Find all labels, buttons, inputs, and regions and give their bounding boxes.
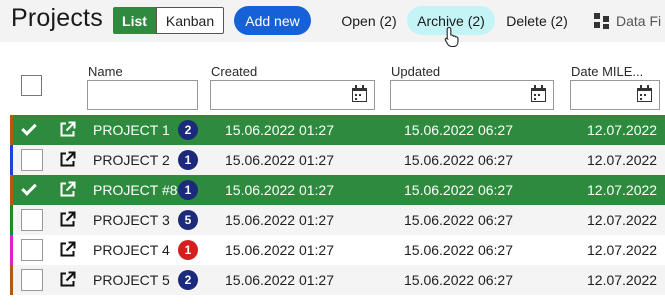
row-checkbox[interactable] (21, 179, 43, 201)
open-button[interactable]: Open (2) (334, 6, 404, 35)
count-badge: 1 (178, 150, 198, 170)
project-name[interactable]: PROJECT 1 (93, 122, 170, 138)
add-new-button[interactable]: Add new (234, 6, 311, 35)
count-badge: 2 (178, 120, 198, 140)
column-header-created[interactable]: Created (211, 64, 257, 79)
status-stripe (10, 115, 13, 145)
open-external-icon[interactable] (59, 211, 76, 228)
milestone-filter-input[interactable] (570, 80, 660, 110)
view-list-button[interactable]: List (113, 7, 156, 34)
status-stripe (10, 265, 13, 295)
calendar-icon[interactable] (637, 85, 652, 102)
updated-date: 15.06.2022 06:27 (404, 152, 513, 168)
data-export-icon (594, 12, 610, 29)
page-title: Projects (11, 4, 103, 32)
created-date: 15.06.2022 01:27 (225, 272, 334, 288)
select-all-checkbox[interactable] (21, 75, 42, 96)
table-row[interactable]: PROJECT 4 1 15.06.2022 01:27 15.06.2022 06:… (10, 235, 665, 265)
delete-button[interactable]: Delete (2) (500, 6, 574, 35)
row-checkbox[interactable] (21, 209, 43, 231)
project-name[interactable]: PROJECT 5 (93, 272, 170, 288)
name-filter-input[interactable] (87, 80, 198, 110)
row-checkbox[interactable] (21, 269, 43, 291)
table-row[interactable]: PROJECT 3 5 15.06.2022 01:27 15.06.2022 06:… (10, 205, 665, 235)
hand-cursor-icon (444, 26, 459, 48)
count-badge: 5 (178, 210, 198, 230)
export-button[interactable]: Data Fi (594, 6, 665, 35)
count-badge: 2 (178, 270, 198, 290)
created-date: 15.06.2022 01:27 (225, 152, 334, 168)
open-external-icon[interactable] (59, 181, 76, 198)
project-name[interactable]: PROJECT #8 (93, 182, 178, 198)
created-filter-input[interactable] (210, 80, 375, 110)
milestone-date: 12.07.2022 (587, 242, 658, 258)
calendar-icon[interactable] (531, 85, 546, 102)
created-date: 15.06.2022 01:27 (225, 242, 334, 258)
toolbar: Projects List Kanban Add new Open (2) Ar… (0, 0, 665, 42)
status-stripe (10, 205, 13, 235)
open-external-icon[interactable] (59, 271, 76, 288)
table-row[interactable]: PROJECT #8 1 15.06.2022 01:27 15.06.2022 06… (10, 175, 665, 205)
project-name[interactable]: PROJECT 4 (93, 242, 170, 258)
view-kanban-button[interactable]: Kanban (156, 7, 224, 34)
table-row[interactable]: PROJECT 2 1 15.06.2022 01:27 15.06.2022 06:… (10, 145, 665, 175)
status-stripe (10, 175, 13, 205)
milestone-date: 12.07.2022 (587, 182, 658, 198)
updated-filter-input[interactable] (390, 80, 554, 110)
column-header-name[interactable]: Name (88, 64, 123, 79)
calendar-icon[interactable] (352, 85, 367, 102)
milestone-date: 12.07.2022 (587, 212, 658, 228)
row-checkbox[interactable] (21, 239, 43, 261)
row-checkbox[interactable] (21, 149, 43, 171)
count-badge: 1 (178, 180, 198, 200)
status-stripe (10, 235, 13, 265)
project-name[interactable]: PROJECT 3 (93, 212, 170, 228)
check-icon (21, 180, 37, 196)
row-checkbox[interactable] (21, 119, 43, 141)
updated-date: 15.06.2022 06:27 (404, 182, 513, 198)
check-icon (21, 120, 37, 136)
count-badge: 1 (178, 240, 198, 260)
milestone-date: 12.07.2022 (587, 272, 658, 288)
table-row[interactable]: PROJECT 5 2 15.06.2022 01:27 15.06.2022 06:… (10, 265, 665, 295)
column-header-updated[interactable]: Updated (391, 64, 440, 79)
export-label: Data Fi (616, 12, 662, 29)
created-date: 15.06.2022 01:27 (225, 212, 334, 228)
updated-date: 15.06.2022 06:27 (404, 272, 513, 288)
created-date: 15.06.2022 01:27 (225, 182, 334, 198)
updated-date: 15.06.2022 06:27 (404, 242, 513, 258)
updated-date: 15.06.2022 06:27 (404, 212, 513, 228)
project-name[interactable]: PROJECT 2 (93, 152, 170, 168)
column-header-milestone[interactable]: Date MILE... (571, 64, 643, 79)
status-stripe (10, 145, 13, 175)
milestone-date: 12.07.2022 (587, 122, 658, 138)
milestone-date: 12.07.2022 (587, 152, 658, 168)
open-external-icon[interactable] (59, 241, 76, 258)
created-date: 15.06.2022 01:27 (225, 122, 334, 138)
table-row[interactable]: PROJECT 1 2 15.06.2022 01:27 15.06.2022 06:… (10, 115, 665, 145)
updated-date: 15.06.2022 06:27 (404, 122, 513, 138)
open-external-icon[interactable] (59, 151, 76, 168)
open-external-icon[interactable] (59, 121, 76, 138)
